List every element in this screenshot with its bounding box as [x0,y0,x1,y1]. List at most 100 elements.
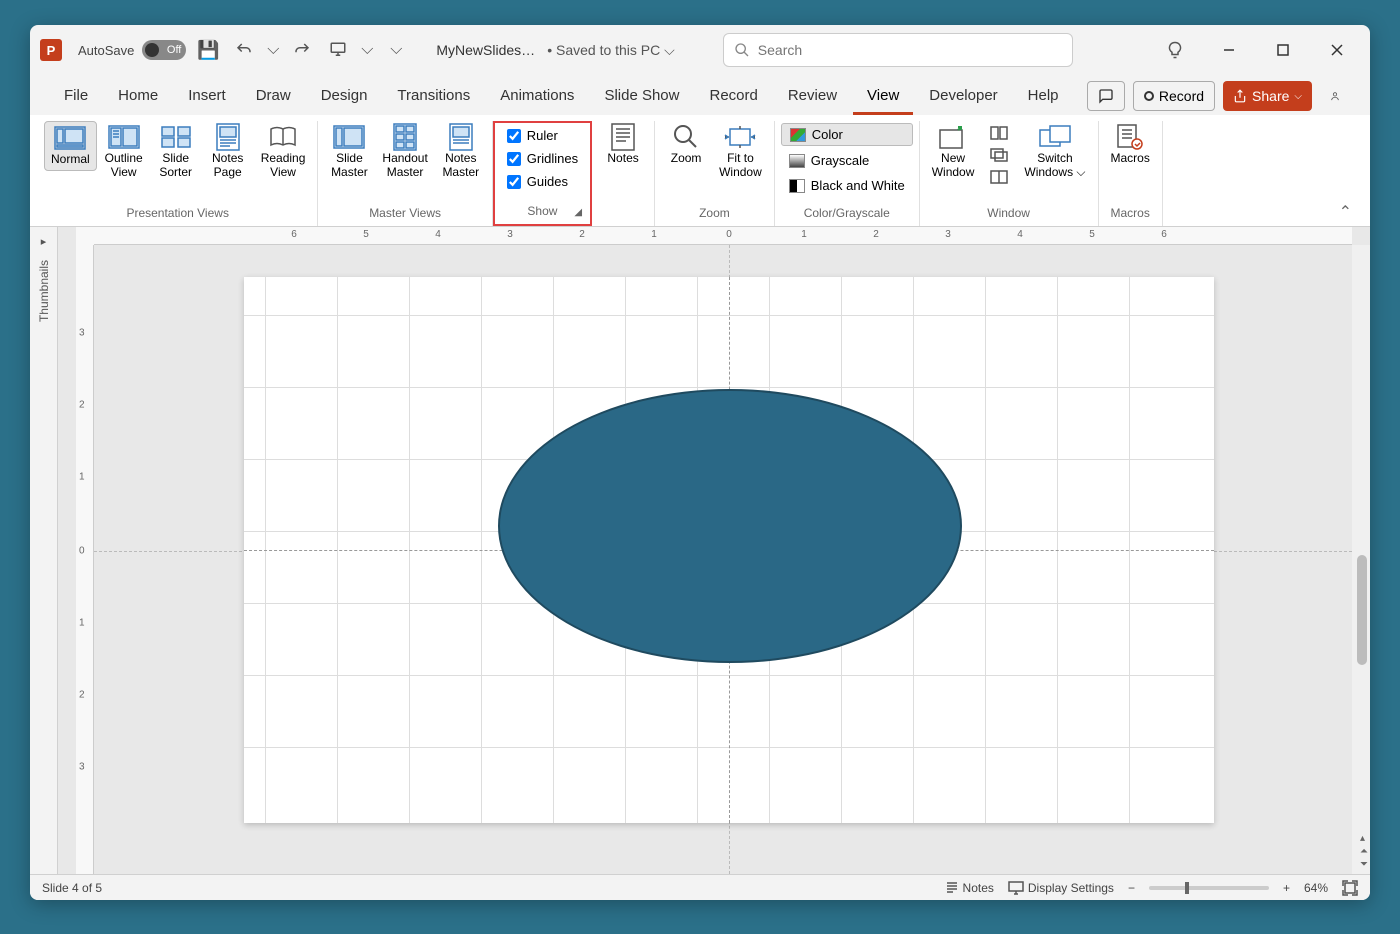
thumbnails-panel-collapsed[interactable]: ▸ Thumbnails [30,227,58,874]
prev-slide-double-icon[interactable]: ⏶ [1360,846,1368,857]
split-icon [990,170,1008,184]
undo-dropdown[interactable]: ⌵ [266,36,280,64]
slide-sorter-button[interactable]: Slide Sorter [151,121,201,184]
autosave-toggle[interactable]: Off [142,40,186,60]
display-icon [1008,881,1024,895]
ribbon-tabs: File Home Insert Draw Design Transitions… [30,75,1370,115]
tab-review[interactable]: Review [774,79,851,115]
new-window-button[interactable]: New Window [926,121,981,184]
powerpoint-icon: P [40,39,62,61]
group-color-grayscale: Color Grayscale Black and White Color/Gr… [775,121,920,226]
arrange-icon [990,126,1008,140]
notes-icon [945,881,959,895]
app-window: P AutoSave Off 💾 ⌵ ⌵ ⌵ MyNewSlides… • Sa… [30,25,1370,900]
maximize-button[interactable] [1260,33,1306,67]
expand-thumbnails-icon[interactable]: ▸ [41,235,47,248]
color-button[interactable]: Color [781,123,913,146]
tab-record[interactable]: Record [695,79,771,115]
tab-design[interactable]: Design [307,79,382,115]
switch-windows-button[interactable]: Switch Windows ⌵ [1018,121,1091,184]
saved-status[interactable]: • Saved to this PC ⌵ [547,42,675,59]
zoom-slider[interactable] [1149,886,1269,890]
user-button[interactable] [1320,81,1350,111]
close-button[interactable] [1314,33,1360,67]
color-swatch-icon [790,128,806,142]
slide-master-button[interactable]: Slide Master [324,121,374,184]
tab-file[interactable]: File [50,79,102,115]
document-name[interactable]: MyNewSlides… [436,42,535,58]
notes-toggle[interactable]: Notes [945,881,994,895]
grayscale-button[interactable]: Grayscale [781,150,913,171]
ruler-checkbox[interactable]: Ruler [501,125,584,146]
group-window: New Window Switch Windows ⌵ Window [920,121,1099,226]
slide[interactable] [244,277,1214,823]
tab-developer[interactable]: Developer [915,79,1011,115]
collapse-ribbon-button[interactable]: ⌃ [1329,198,1362,226]
share-button[interactable]: Share ⌵ [1223,81,1312,111]
group-macros: Macros Macros [1099,121,1163,226]
prev-slide-icon[interactable]: ▴ [1360,833,1368,844]
show-dialog-launcher[interactable]: ◢ [574,207,582,218]
notes-button[interactable]: Notes [598,121,648,169]
edit-area: 6 5 4 3 2 1 0 1 2 3 4 5 6 3 2 1 0 1 2 [58,227,1370,874]
tab-view[interactable]: View [853,79,913,115]
present-from-start-button[interactable] [324,36,352,64]
tab-slide-show[interactable]: Slide Show [590,79,693,115]
horizontal-ruler[interactable]: 6 5 4 3 2 1 0 1 2 3 4 5 6 [94,227,1352,245]
ellipse-shape[interactable] [498,389,962,663]
fit-slide-button[interactable] [1342,880,1358,896]
record-button[interactable]: Record [1133,81,1215,111]
record-icon [1144,91,1154,101]
zoom-out-button[interactable]: − [1128,881,1135,895]
scrollbar-thumb[interactable] [1357,555,1367,665]
ribbon: Normal Outline View Slide Sorter Notes P… [30,115,1370,227]
redo-button[interactable] [288,36,316,64]
bw-swatch-icon [789,179,805,193]
insights-button[interactable] [1152,33,1198,67]
handout-master-button[interactable]: Handout Master [376,121,433,184]
next-slide-double-icon[interactable]: ⏷ [1360,859,1368,870]
normal-view-button[interactable]: Normal [44,121,97,171]
qat-customize[interactable]: ⌵ [382,36,410,64]
move-split-button[interactable] [982,167,1016,187]
arrange-all-button[interactable] [982,123,1016,143]
search-box[interactable] [723,33,1073,67]
autosave-label: AutoSave [78,43,134,58]
outline-view-button[interactable]: Outline View [99,121,149,184]
reading-view-button[interactable]: Reading View [255,121,312,184]
minimize-button[interactable] [1206,33,1252,67]
fit-to-window-button[interactable]: Fit to Window [713,121,768,184]
tab-animations[interactable]: Animations [486,79,588,115]
vertical-ruler[interactable]: 3 2 1 0 1 2 3 [76,245,94,874]
zoom-in-button[interactable]: + [1283,881,1290,895]
save-button[interactable]: 💾 [194,36,222,64]
search-input[interactable] [758,42,1062,58]
tab-home[interactable]: Home [104,79,172,115]
cascade-icon [990,148,1008,162]
present-dropdown[interactable]: ⌵ [360,36,374,64]
tab-transitions[interactable]: Transitions [383,79,484,115]
slide-counter[interactable]: Slide 4 of 5 [42,881,102,895]
comments-button[interactable] [1087,81,1125,111]
workspace: ▸ Thumbnails 6 5 4 3 2 1 0 1 2 3 4 5 6 3 [30,227,1370,874]
grayscale-swatch-icon [789,154,805,168]
display-settings-button[interactable]: Display Settings [1008,881,1114,895]
tab-draw[interactable]: Draw [242,79,305,115]
gridlines-checkbox[interactable]: Gridlines [501,148,584,169]
group-master-views: Slide Master Handout Master Notes Master… [318,121,492,226]
zoom-button[interactable]: Zoom [661,121,711,169]
cascade-button[interactable] [982,145,1016,165]
notes-page-button[interactable]: Notes Page [203,121,253,184]
group-notes: Notes [592,121,654,226]
notes-master-button[interactable]: Notes Master [436,121,486,184]
macros-button[interactable]: Macros [1105,121,1156,169]
tab-help[interactable]: Help [1014,79,1073,115]
zoom-level[interactable]: 64% [1304,881,1328,895]
tab-insert[interactable]: Insert [174,79,240,115]
guides-checkbox[interactable]: Guides [501,171,584,192]
vertical-scrollbar[interactable]: ▴ ⏶ ⏷ [1352,245,1370,874]
black-white-button[interactable]: Black and White [781,175,913,196]
undo-button[interactable] [230,36,258,64]
slide-canvas[interactable] [94,245,1352,874]
share-icon [1233,89,1247,103]
